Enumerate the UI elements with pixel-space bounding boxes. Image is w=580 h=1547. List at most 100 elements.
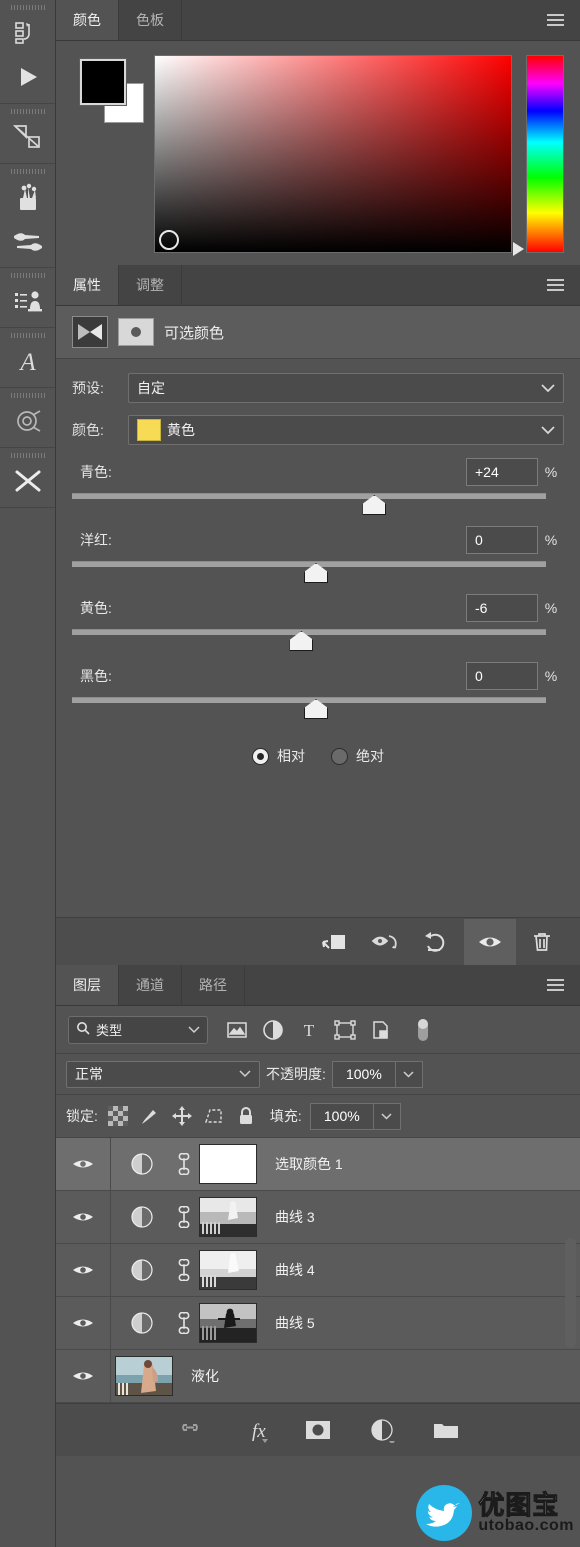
filter-kind-value: 类型 (96, 1023, 123, 1038)
magenta-value-input[interactable]: 0 (466, 526, 538, 554)
hue-marker-icon (513, 242, 524, 256)
radio-absolute[interactable]: 绝对 (331, 746, 384, 766)
black-slider[interactable] (72, 693, 558, 721)
link-layers-icon[interactable] (173, 1413, 207, 1447)
dock-grip[interactable] (10, 273, 45, 278)
paths-panel-icon[interactable] (0, 399, 55, 443)
blend-mode-row: 正常 不透明度: 100% (56, 1054, 580, 1095)
text-layer-filter-icon[interactable]: T (296, 1017, 322, 1043)
fill-stepper[interactable]: 100% (309, 1102, 401, 1130)
hamburger-menu-icon[interactable] (540, 0, 580, 40)
adjustment-layer-filter-icon[interactable] (260, 1017, 286, 1043)
filter-power-toggle[interactable] (410, 1017, 436, 1043)
layer-style-fx-icon[interactable]: fx (237, 1413, 271, 1447)
layer-visibility-toggle[interactable] (56, 1244, 111, 1296)
adjustment-layer-icon[interactable] (111, 1205, 173, 1229)
foreground-color-swatch[interactable] (79, 58, 127, 106)
link-mask-icon[interactable] (173, 1206, 195, 1228)
adjustment-layer-icon[interactable] (111, 1152, 173, 1176)
lock-all-icon[interactable] (234, 1104, 258, 1128)
table-row[interactable]: 液化 (56, 1350, 580, 1403)
yellow-slider[interactable] (72, 625, 558, 653)
reset-adjustment-icon[interactable] (412, 919, 464, 965)
filter-kind-select[interactable]: 类型 (68, 1015, 208, 1044)
tab-adjustments[interactable]: 调整 (119, 265, 182, 305)
adjustment-layer-icon[interactable] (111, 1311, 173, 1335)
preset-select[interactable]: 自定 (128, 373, 564, 403)
delete-adjustment-icon[interactable] (516, 919, 568, 965)
clip-to-layer-icon[interactable] (308, 919, 360, 965)
brush-presets-icon[interactable] (0, 175, 55, 219)
adjustment-layer-icon[interactable] (111, 1258, 173, 1282)
history-actions-icon[interactable] (0, 11, 55, 55)
yellow-value-input[interactable]: -6 (466, 594, 538, 622)
tab-paths[interactable]: 路径 (182, 965, 245, 1005)
play-action-icon[interactable] (0, 55, 55, 99)
dock-grip[interactable] (10, 333, 45, 338)
new-group-folder-icon[interactable] (429, 1413, 463, 1447)
chevron-down-icon[interactable] (394, 1061, 422, 1087)
opacity-stepper[interactable]: 100% (331, 1060, 423, 1088)
chevron-down-icon[interactable] (372, 1103, 400, 1129)
lock-transparent-pixels-icon[interactable] (106, 1104, 130, 1128)
layer-mask-thumbnail[interactable] (199, 1250, 257, 1290)
dock-grip[interactable] (10, 5, 45, 10)
hamburger-menu-icon[interactable] (540, 965, 580, 1005)
dock-grip[interactable] (10, 169, 45, 174)
layer-thumbnail[interactable] (115, 1356, 173, 1396)
tab-color[interactable]: 颜色 (56, 0, 119, 40)
lock-position-icon[interactable] (170, 1104, 194, 1128)
layer-visibility-toggle[interactable] (56, 1191, 111, 1243)
cyan-value-input[interactable]: +24 (466, 458, 538, 486)
color-field-cursor (159, 230, 179, 250)
table-row[interactable]: 曲线 5 (56, 1297, 580, 1350)
tab-swatches[interactable]: 色板 (119, 0, 182, 40)
layer-mask-thumbnail-icon[interactable] (118, 318, 154, 346)
character-panel-icon[interactable]: A (0, 339, 55, 383)
foreground-background-swatches[interactable] (79, 58, 144, 123)
pixel-layer-filter-icon[interactable] (224, 1017, 250, 1043)
brush-settings-icon[interactable] (0, 219, 55, 263)
hamburger-menu-icon[interactable] (540, 265, 580, 305)
hue-strip[interactable] (513, 55, 564, 256)
dock-grip[interactable] (10, 109, 45, 114)
selective-color-icon[interactable] (72, 316, 108, 348)
color-field[interactable] (154, 55, 512, 253)
layer-visibility-toggle[interactable] (56, 1297, 111, 1349)
layer-mask-thumbnail[interactable] (199, 1144, 257, 1184)
shape-layer-filter-icon[interactable] (332, 1017, 358, 1043)
layer-list-scrollbar[interactable] (565, 1238, 576, 1348)
lock-artboard-icon[interactable] (202, 1104, 226, 1128)
table-row[interactable]: 选取颜色 1 (56, 1138, 580, 1191)
black-value-input[interactable]: 0 (466, 662, 538, 690)
link-mask-icon[interactable] (173, 1153, 195, 1175)
table-row[interactable]: 曲线 3 (56, 1191, 580, 1244)
dock-grip[interactable] (10, 393, 45, 398)
lock-image-pixels-icon[interactable] (138, 1104, 162, 1128)
dock-grip[interactable] (10, 453, 45, 458)
radio-relative[interactable]: 相对 (252, 746, 305, 766)
clone-source-icon[interactable] (0, 279, 55, 323)
tab-layers[interactable]: 图层 (56, 965, 119, 1005)
add-layer-mask-icon[interactable] (301, 1413, 335, 1447)
magenta-slider[interactable] (72, 557, 558, 585)
cyan-slider[interactable] (72, 489, 558, 517)
dock-group-character: A (0, 328, 55, 388)
preview-eye-icon[interactable] (464, 918, 516, 965)
layer-visibility-toggle[interactable] (56, 1138, 111, 1190)
tool-presets-icon[interactable] (0, 459, 55, 503)
color-select[interactable]: 黄色 (128, 415, 564, 445)
tab-properties[interactable]: 属性 (56, 265, 119, 305)
blend-mode-select[interactable]: 正常 (66, 1060, 260, 1088)
layer-mask-thumbnail[interactable] (199, 1197, 257, 1237)
layer-visibility-toggle[interactable] (56, 1350, 111, 1402)
layer-mask-thumbnail[interactable] (199, 1303, 257, 1343)
link-mask-icon[interactable] (173, 1312, 195, 1334)
tab-channels[interactable]: 通道 (119, 965, 182, 1005)
table-row[interactable]: 曲线 4 (56, 1244, 580, 1297)
smart-object-filter-icon[interactable] (368, 1017, 394, 1043)
link-mask-icon[interactable] (173, 1259, 195, 1281)
new-adjustment-layer-icon[interactable] (365, 1413, 399, 1447)
adjustments-3d-icon[interactable] (0, 115, 55, 159)
toggle-layer-visibility-icon[interactable] (360, 919, 412, 965)
